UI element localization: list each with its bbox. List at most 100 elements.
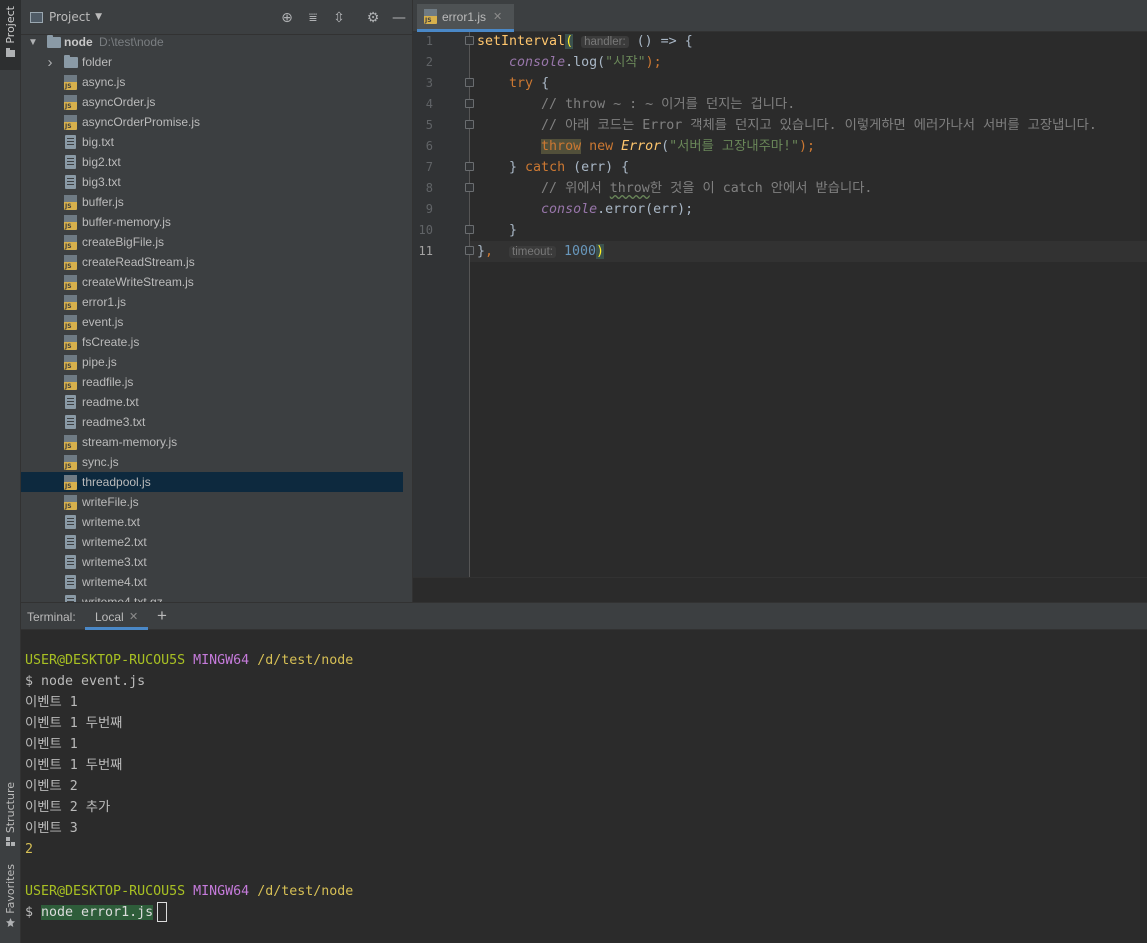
tree-item-label: writeme2.txt [82,535,147,549]
code-token: ); [645,55,662,70]
tree-item[interactable]: createWriteStream.js [21,272,403,292]
tree-item[interactable]: big.txt [21,132,403,152]
project-view-selector[interactable]: Project [49,10,90,24]
chevron-down-icon[interactable]: ▼ [28,37,38,48]
terminal-output-line: 이벤트 1 [25,695,78,710]
tree-item[interactable]: writeFile.js [21,492,403,512]
tree-item-label: writeme4.txt [82,575,147,589]
text-file-icon [65,515,76,529]
expand-all-icon[interactable]: ⩸ [300,10,326,26]
tree-item-label: big2.txt [82,155,121,169]
js-file-icon [64,435,77,450]
fold-marker[interactable] [465,183,474,192]
close-icon[interactable]: ✕ [129,610,138,623]
tree-item[interactable]: async.js [21,72,403,92]
fold-marker[interactable] [465,99,474,108]
tree-item[interactable]: error1.js [21,292,403,312]
collapse-all-icon[interactable]: ⇳ [326,10,352,26]
tree-item[interactable]: writeme.txt [21,512,403,532]
tree-item-label: buffer.js [82,195,124,209]
prompt-user: USER@DESKTOP-RUCOU5S [25,884,186,899]
tree-item-label: writeme3.txt [82,555,147,569]
tree-item-label: writeme4.txt.gz [82,595,163,602]
tree-item-label: async.js [82,75,126,89]
hide-icon[interactable]: — [386,10,412,26]
tree-item-label: fsCreate.js [82,335,140,349]
tree-item[interactable]: writeme4.txt [21,572,403,592]
fold-marker[interactable] [465,246,474,255]
fold-marker[interactable] [465,225,474,234]
code-line-3: try { [477,73,549,94]
structure-tool-tab[interactable]: Structure [0,782,21,852]
tree-item[interactable]: buffer.js [21,192,403,212]
tree-item-label: error1.js [82,295,127,309]
tree-item-label: writeme.txt [82,515,141,529]
js-file-icon [64,355,77,370]
gutter-divider [469,32,470,577]
chevron-down-icon[interactable]: ▼ [95,12,102,22]
code-token: ( [661,139,670,154]
fold-marker[interactable] [465,36,474,45]
tree-item[interactable]: sync.js [21,452,403,472]
code-comment: 한 것을 이 catch 안에서 받습니다. [649,181,873,196]
fold-marker[interactable] [465,120,474,129]
ide-window: Project Structure Favorites Project ▼ ⊕ … [0,0,1147,943]
tree-item[interactable]: writeme4.txt.gz [21,592,403,602]
left-tool-strip: Project Structure Favorites [0,0,21,943]
favorites-tool-tab-label: Favorites [4,864,17,914]
tree-item[interactable]: › folder [21,52,403,72]
tree-root-node[interactable]: ▼ node D:\test\node [21,32,403,52]
tree-item[interactable]: readfile.js [21,372,403,392]
close-icon[interactable]: ✕ [493,10,502,23]
line-number: 2 [425,55,433,69]
fold-marker[interactable] [465,78,474,87]
js-file-icon [424,9,437,24]
js-file-icon [64,455,77,470]
gear-icon[interactable]: ⚙ [360,10,386,26]
code-line-2: console.log("시작"); [477,52,662,73]
code-token: (err) { [565,160,630,175]
tree-item[interactable]: readme3.txt [21,412,403,432]
tree-item[interactable]: createReadStream.js [21,252,403,272]
tree-item[interactable]: big3.txt [21,172,403,192]
tree-item[interactable]: big2.txt [21,152,403,172]
project-tool-tab[interactable]: Project [0,0,21,70]
editor-panel: error1.js ✕ 1234567891011 setInterval( h… [412,0,1147,602]
tree-item[interactable]: pipe.js [21,352,403,372]
code-token: () => { [628,34,693,49]
js-file-icon [64,315,77,330]
locate-icon[interactable]: ⊕ [274,10,300,26]
tree-item[interactable]: event.js [21,312,403,332]
chevron-right-icon[interactable]: › [45,54,55,71]
code-line-4: // throw ~ : ~ 이거를 던지는 겁니다. [477,94,795,115]
code-token: { [533,76,550,91]
tree-item[interactable]: asyncOrderPromise.js [21,112,403,132]
terminal-tab-local[interactable]: Local ✕ [85,603,148,630]
tree-item-label: buffer-memory.js [82,215,171,229]
tree-item[interactable]: readme.txt [21,392,403,412]
tree-item[interactable]: fsCreate.js [21,332,403,352]
tree-item[interactable]: writeme2.txt [21,532,403,552]
new-terminal-button[interactable]: + [157,606,167,626]
js-file-icon [64,255,77,270]
terminal-tab-label: Local [95,610,124,624]
tree-item-label: asyncOrderPromise.js [82,115,201,129]
tree-item-label: big3.txt [82,175,121,189]
tab-error1-js[interactable]: error1.js ✕ [417,4,514,32]
tree-item[interactable]: asyncOrder.js [21,92,403,112]
code-token: ); [799,139,816,154]
tree-item[interactable]: threadpool.js [21,472,403,492]
favorites-tool-tab[interactable]: Favorites [0,864,21,939]
tree-item[interactable]: stream-memory.js [21,432,403,452]
structure-tool-tab-label: Structure [4,782,17,834]
fold-marker[interactable] [465,162,474,171]
tree-item-label: readfile.js [82,375,134,389]
tree-item[interactable]: buffer-memory.js [21,212,403,232]
tree-item[interactable]: createBigFile.js [21,232,403,252]
code-token: ( [565,34,574,49]
js-file-icon [64,375,77,390]
code-token: console [541,202,598,217]
code-comment-typo: throw [609,181,650,196]
tree-item[interactable]: writeme3.txt [21,552,403,572]
terminal-output[interactable]: USER@DESKTOP-RUCOU5S MINGW64 /d/test/nod… [21,630,1147,943]
